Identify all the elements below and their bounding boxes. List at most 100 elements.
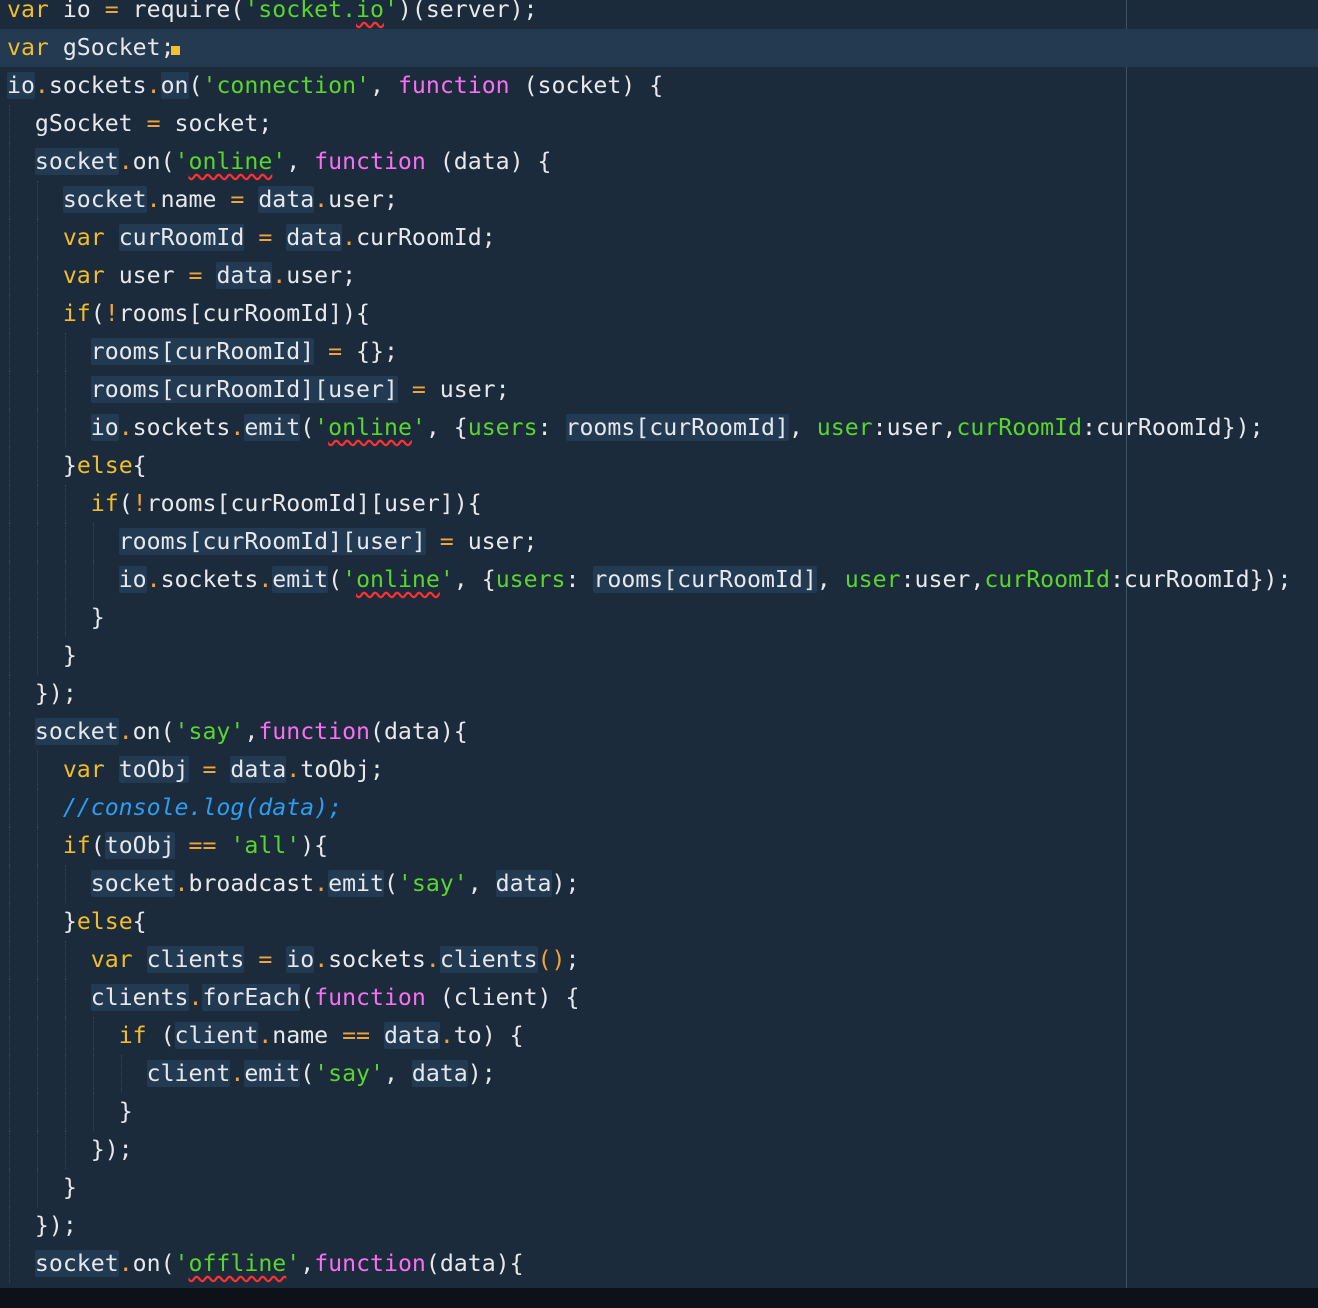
code-line-26[interactable]: var clients = io.sockets.clients(); (0, 941, 1318, 979)
code-line-8[interactable]: var user = data.user; (0, 257, 1318, 295)
text-cursor-icon (170, 46, 180, 55)
code-line-23[interactable]: if(toObj == 'all'){ (0, 827, 1318, 865)
code-line-10[interactable]: rooms[curRoomId] = {}; (0, 333, 1318, 371)
operator-token: . (146, 566, 161, 593)
code-token: , (244, 718, 259, 745)
code-line-22[interactable]: //console.log(data); (0, 789, 1318, 827)
operator-token: = (258, 224, 273, 251)
code-token: (data) { (425, 148, 552, 175)
code-line-20[interactable]: socket.on('say',function(data){ (0, 713, 1318, 751)
operator-token: . (174, 870, 189, 897)
string-token: ' (272, 148, 287, 175)
identifier-token: data (286, 224, 343, 251)
code-line-32[interactable]: } (0, 1169, 1318, 1207)
operator-token: . (146, 186, 161, 213)
code-token: toObj; (300, 756, 384, 783)
code-line-21[interactable]: var toObj = data.toObj; (0, 751, 1318, 789)
code-line-30[interactable]: } (0, 1093, 1318, 1131)
code-token: , { (453, 566, 496, 593)
code-line-31[interactable]: }); (0, 1131, 1318, 1169)
operator-token: . (258, 566, 273, 593)
operator-token: () (537, 946, 566, 973)
code-text: }else{ (7, 447, 147, 485)
code-text: var curRoomId = data.curRoomId; (7, 219, 496, 257)
identifier-token: rooms[curRoomId] (593, 566, 817, 593)
code-line-19[interactable]: }); (0, 675, 1318, 713)
identifier-token: socket (34, 1250, 119, 1277)
code-line-11[interactable]: rooms[curRoomId][user] = user; (0, 371, 1318, 409)
operator-token: . (314, 870, 329, 897)
string-token: ' (342, 566, 357, 593)
identifier-token: socket (62, 186, 147, 213)
identifier-token: emit (328, 870, 384, 897)
string-token: 'say' (397, 870, 468, 897)
string-token: ' (439, 566, 454, 593)
code-line-3[interactable]: io.sockets.on('connection', function (so… (0, 67, 1318, 105)
code-token: ( (383, 870, 398, 897)
code-line-15[interactable]: rooms[curRoomId][user] = user; (0, 523, 1318, 561)
string-token: ' (174, 148, 189, 175)
string-token: 'say' (174, 718, 245, 745)
code-editor[interactable]: var io = require('socket.io')(server); va… (0, 0, 1318, 1288)
code-line-17[interactable]: } (0, 599, 1318, 637)
code-line-18[interactable]: } (0, 637, 1318, 675)
code-line-27[interactable]: clients.forEach(function (client) { (0, 979, 1318, 1017)
code-line-2[interactable]: var gSocket; (0, 29, 1318, 67)
code-token: rooms[curRoomId]){ (118, 300, 370, 327)
code-line-28[interactable]: if (client.name == data.to) { (0, 1017, 1318, 1055)
code-line-25[interactable]: }else{ (0, 903, 1318, 941)
code-token: require( (118, 0, 245, 23)
operator-token: . (286, 756, 301, 783)
code-token: user (104, 262, 189, 289)
code-text: var user = data.user; (7, 257, 356, 295)
identifier-token: curRoomId (118, 224, 245, 251)
code-line-12[interactable]: io.sockets.emit('online', {users: rooms[… (0, 409, 1318, 447)
code-token: ( (300, 414, 315, 441)
code-token: ( (90, 300, 105, 327)
operator-token: . (118, 148, 133, 175)
code-line-6[interactable]: socket.name = data.user; (0, 181, 1318, 219)
code-text: if(!rooms[curRoomId]){ (7, 295, 370, 333)
code-line-9[interactable]: if(!rooms[curRoomId]){ (0, 295, 1318, 333)
function-keyword-token: function (314, 148, 426, 175)
identifier-token: io (7, 72, 35, 99)
code-token: gSocket; (48, 34, 175, 61)
code-token: (socket) { (509, 72, 664, 99)
code-line-14[interactable]: if(!rooms[curRoomId][user]){ (0, 485, 1318, 523)
code-line-29[interactable]: client.emit('say', data); (0, 1055, 1318, 1093)
code-line-33[interactable]: }); (0, 1207, 1318, 1245)
code-text: rooms[curRoomId][user] = user; (7, 523, 538, 561)
code-line-5[interactable]: socket.on('online', function (data) { (0, 143, 1318, 181)
operator-token: = (411, 376, 426, 403)
operator-token: = (146, 110, 161, 137)
code-line-34[interactable]: socket.on('offline',function(data){ (0, 1245, 1318, 1283)
code-line-4[interactable]: gSocket = socket; (0, 105, 1318, 143)
code-line-1[interactable]: var io = require('socket.io')(server); (0, 0, 1318, 29)
identifier-token: rooms[curRoomId][user] (90, 376, 398, 403)
string-token: online (328, 414, 412, 441)
code-text: }); (7, 1207, 77, 1245)
string-token: users (495, 566, 566, 593)
code-token: )(server); (397, 0, 538, 23)
operator-token: . (314, 946, 329, 973)
identifier-token: io (286, 946, 315, 973)
operator-token: == (188, 832, 217, 859)
code-line-13[interactable]: }else{ (0, 447, 1318, 485)
keyword-token: var (62, 756, 105, 783)
code-token: curRoomId; (356, 224, 496, 251)
identifier-token: data (411, 1060, 468, 1087)
operator-token: = (188, 262, 203, 289)
code-line-7[interactable]: var curRoomId = data.curRoomId; (0, 219, 1318, 257)
string-token: 'all' (230, 832, 301, 859)
code-token: , (383, 1060, 412, 1087)
string-token: 'socket. (244, 0, 357, 23)
string-token: curRoomId (956, 414, 1083, 441)
code-line-16[interactable]: io.sockets.emit('online', {users: rooms[… (0, 561, 1318, 599)
code-token: , (300, 1250, 315, 1277)
code-line-24[interactable]: socket.broadcast.emit('say', data); (0, 865, 1318, 903)
identifier-token: rooms[curRoomId] (90, 338, 315, 365)
